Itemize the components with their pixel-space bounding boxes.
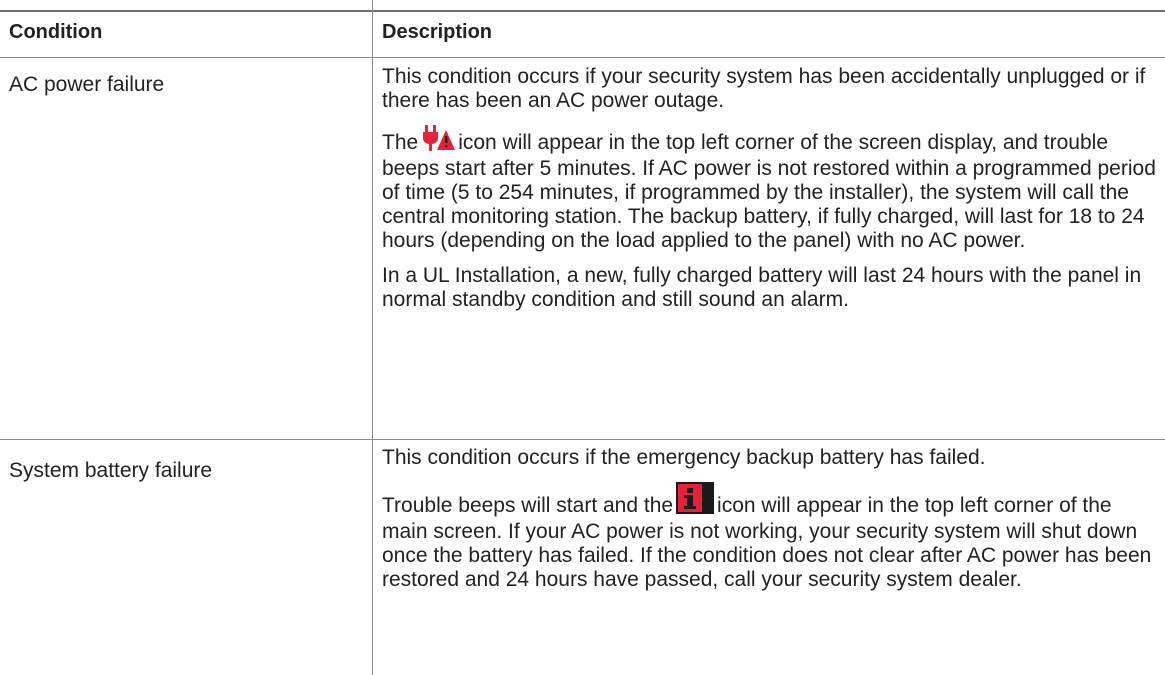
description-paragraph: This condition occurs if the emergency b… <box>382 446 986 469</box>
ac-power-trouble-icon <box>421 125 456 157</box>
header-description: Description <box>382 21 493 43</box>
description-text: The <box>382 131 419 154</box>
description-ac-power-failure: This condition occurs if your security s… <box>382 65 1157 312</box>
table-top-rule <box>0 10 1165 12</box>
description-paragraph: This condition occurs if your security s… <box>382 65 1146 112</box>
header-condition: Condition <box>9 21 103 43</box>
description-text: Trouble beeps will start and the <box>382 494 674 517</box>
column-divider <box>372 0 373 675</box>
description-paragraph: In a UL Installation, a new, fully charg… <box>382 264 1142 311</box>
condition-ac-power-failure: AC power failure <box>9 73 165 96</box>
condition-system-battery-failure: System battery failure <box>9 459 213 482</box>
system-trouble-info-icon <box>676 482 715 520</box>
description-paragraph: Trouble beeps will start and the icon wi… <box>382 482 1157 592</box>
header-bottom-rule <box>0 57 1165 58</box>
description-text: icon will appear in the top left corner … <box>382 131 1156 252</box>
row-divider <box>0 439 1165 440</box>
description-paragraph: The icon will appear in the top left cor… <box>382 125 1157 253</box>
description-system-battery-failure: This condition occurs if the emergency b… <box>382 446 1157 592</box>
